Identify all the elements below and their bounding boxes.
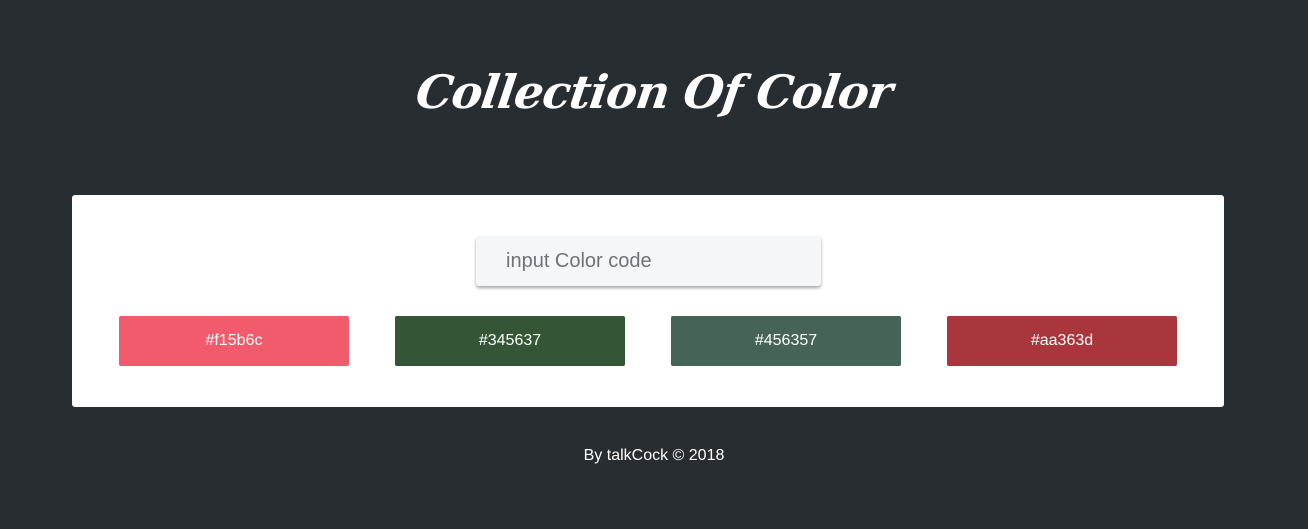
color-code-input[interactable] (476, 236, 821, 286)
color-swatch-4[interactable]: #aa363d (947, 316, 1177, 366)
color-swatch-2[interactable]: #345637 (395, 316, 625, 366)
color-swatch-1[interactable]: #f15b6c (119, 316, 349, 366)
page-title: Collection Of Color (412, 65, 896, 119)
footer-credit: By talkCock © 2018 (583, 447, 725, 464)
color-swatch-3[interactable]: #456357 (671, 316, 901, 366)
color-card: #f15b6c #345637 #456357 #aa363d (72, 195, 1224, 407)
